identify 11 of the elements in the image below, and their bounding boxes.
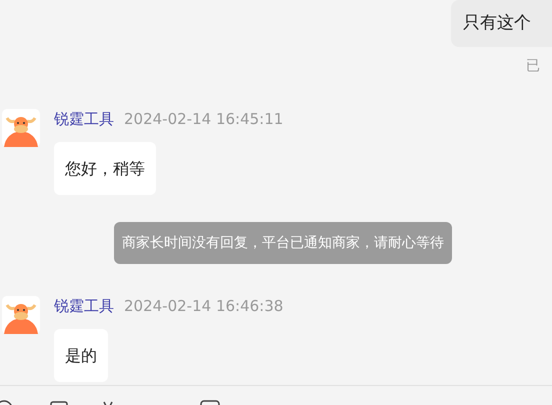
sender-name: 锐霆工具 (54, 108, 114, 130)
message-bubble: 您好，稍等 (54, 142, 156, 195)
message-time: 2024-02-14 16:45:11 (124, 108, 284, 130)
message-bubble: 是的 (54, 329, 108, 382)
avatar-icon (2, 296, 40, 334)
read-status: 已 (526, 57, 541, 76)
avatar-icon (2, 109, 40, 147)
message-bubble: 只有这个 (451, 0, 552, 47)
system-notice: 商家长时间没有回复，平台已通知商家，请耐心等待 (114, 222, 452, 264)
sender-name: 锐霆工具 (54, 296, 114, 317)
message-time: 2024-02-14 16:46:38 (124, 296, 284, 317)
